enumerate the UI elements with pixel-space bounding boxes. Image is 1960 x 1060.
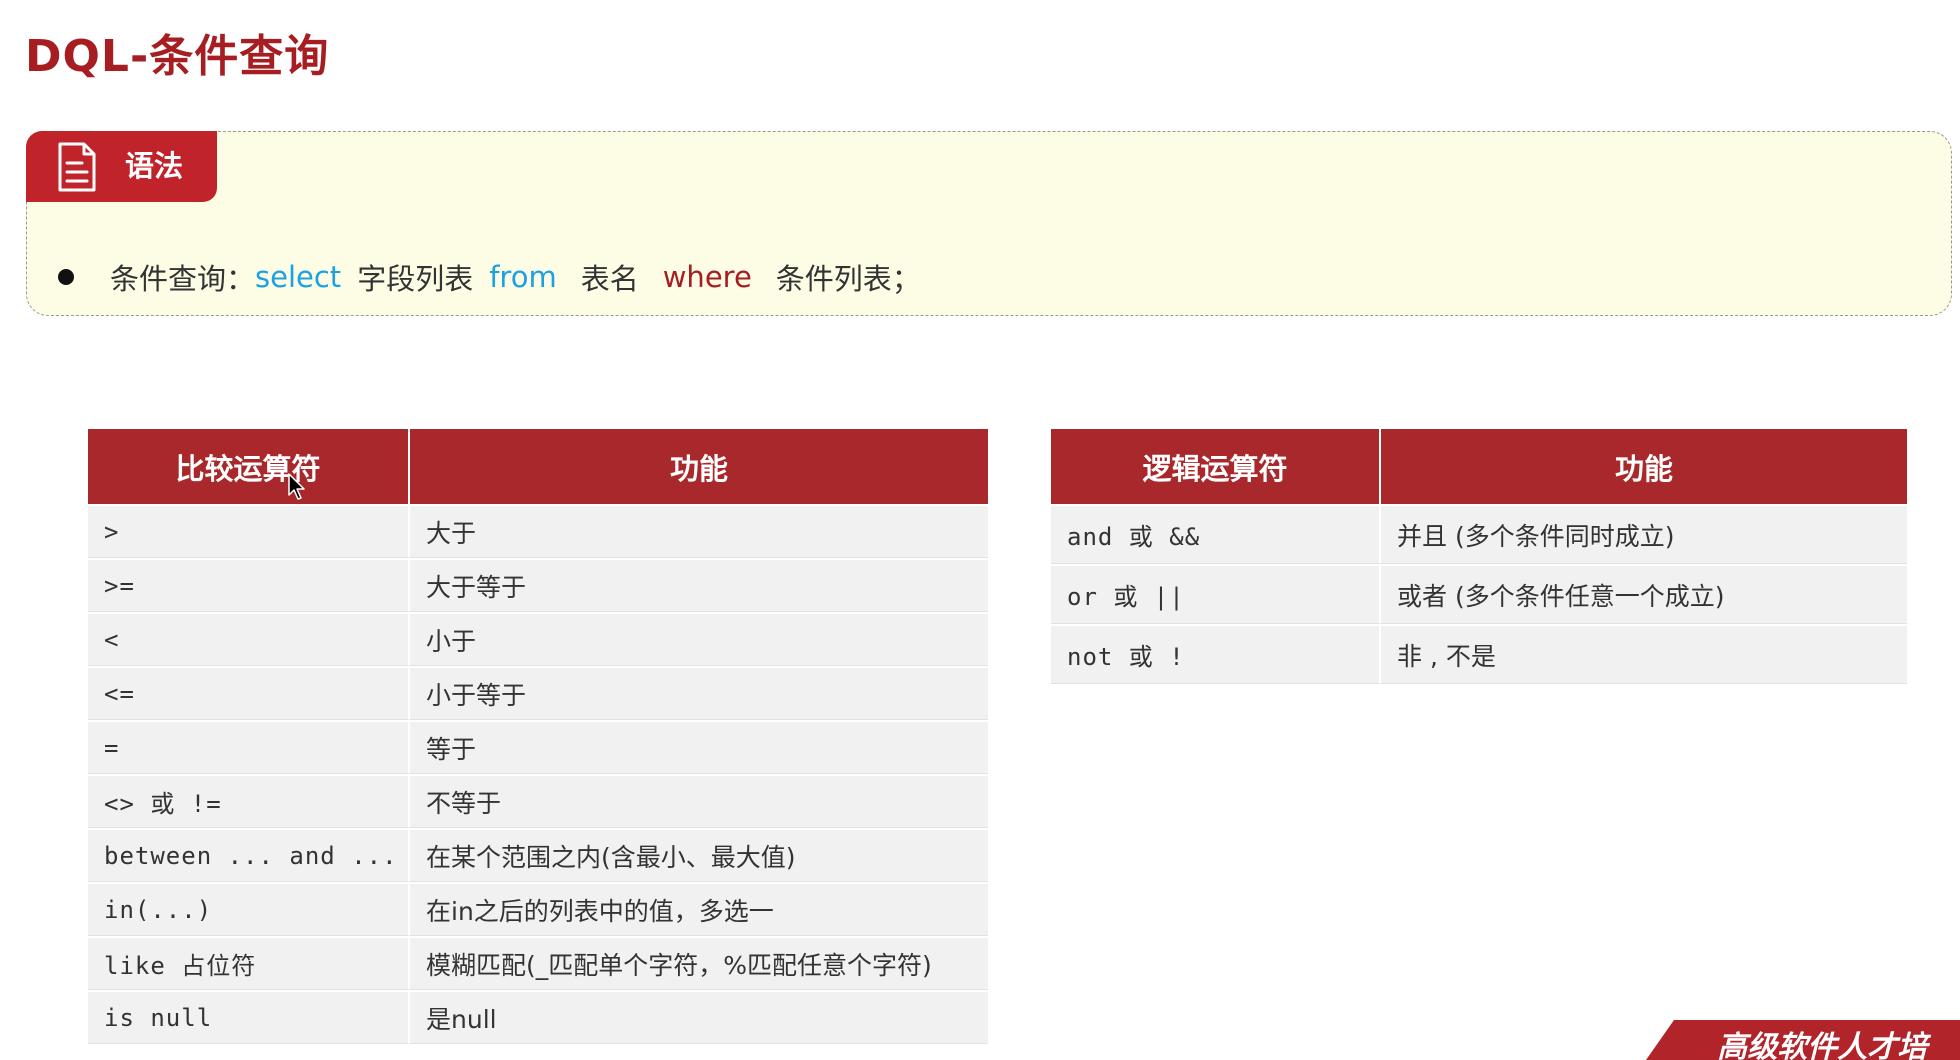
operator-cell: >= [88,558,410,612]
comparison-operator-table: 比较运算符 功能 > 大于 >= 大于等于 < 小于 <= 小于等于 = 等于 <> 或 != 不等于… [88,429,988,1044]
syntax-fields: 字段列表 [357,262,474,296]
operator-cell: = [88,720,410,774]
operator-cell: < [88,612,410,666]
function-cell: 是null [410,990,988,1044]
operator-cell: in(...) [88,882,410,936]
operator-cell: and 或 && [1051,504,1381,564]
function-cell: 大于等于 [410,558,988,612]
function-cell: 小于 [410,612,988,666]
comparison-table-row: like 占位符 模糊匹配(_匹配单个字符，%匹配任意个字符) [88,936,988,990]
operator-cell: is null [88,990,410,1044]
keyword-where: where [662,260,752,294]
logic-table-row: or 或 || 或者 (多个条件任意一个成立) [1051,564,1907,624]
operator-cell: <> 或 != [88,774,410,828]
function-cell: 等于 [410,720,988,774]
syntax-line: 条件查询： select 字段列表 from 表名 where 条件列表； [58,255,921,299]
document-icon [58,142,96,192]
mouse-pointer-icon [288,473,305,500]
comparison-table-row: is null 是null [88,990,988,1044]
page-title: DQL-条件查询 [25,31,330,82]
function-cell: 在某个范围之内(含最小、最大值) [410,828,988,882]
function-cell: 在in之后的列表中的值，多选一 [410,882,988,936]
keyword-select: select [255,260,342,294]
comparison-table-row: >= 大于等于 [88,558,988,612]
function-cell: 并且 (多个条件同时成立) [1381,504,1907,564]
comparison-operator-header: 比较运算符 [88,429,410,504]
function-cell: 模糊匹配(_匹配单个字符，%匹配任意个字符) [410,936,988,990]
function-cell: 非 , 不是 [1381,624,1907,684]
logic-table-row: not 或 ! 非 , 不是 [1051,624,1907,684]
function-cell: 或者 (多个条件任意一个成立) [1381,564,1907,624]
comparison-table-row: <> 或 != 不等于 [88,774,988,828]
function-cell: 不等于 [410,774,988,828]
function-cell: 大于 [410,504,988,558]
syntax-prefix: 条件查询： [110,262,256,296]
comparison-table-row: < 小于 [88,612,988,666]
comparison-table-row: > 大于 [88,504,988,558]
syntax-conditions: 条件列表； [775,262,921,296]
keyword-from: from [489,260,557,294]
operator-cell: not 或 ! [1051,624,1381,684]
logic-function-header: 功能 [1381,429,1907,504]
comparison-table-row: in(...) 在in之后的列表中的值，多选一 [88,882,988,936]
operator-cell: or 或 || [1051,564,1381,624]
logic-operator-header: 逻辑运算符 [1051,429,1381,504]
operator-cell: > [88,504,410,558]
syntax-tab-label: 语法 [125,149,184,183]
operator-cell: <= [88,666,410,720]
corner-banner-text: 高级软件人才培 [1717,1030,1928,1060]
syntax-table-name: 表名 [580,262,639,296]
logic-operator-table: 逻辑运算符 功能 and 或 && 并且 (多个条件同时成立) or 或 || 或者 … [1051,429,1907,684]
operator-cell: like 占位符 [88,936,410,990]
comparison-table-row: = 等于 [88,720,988,774]
syntax-tab: 语法 [26,131,217,202]
comparison-function-header: 功能 [410,429,988,504]
comparison-table-row: <= 小于等于 [88,666,988,720]
corner-banner: 高级软件人才培 [1646,1020,1960,1060]
logic-table-row: and 或 && 并且 (多个条件同时成立) [1051,504,1907,564]
comparison-table-row: between ... and ... 在某个范围之内(含最小、最大值) [88,828,988,882]
function-cell: 小于等于 [410,666,988,720]
bullet-dot [58,269,74,285]
operator-cell: between ... and ... [88,828,410,882]
